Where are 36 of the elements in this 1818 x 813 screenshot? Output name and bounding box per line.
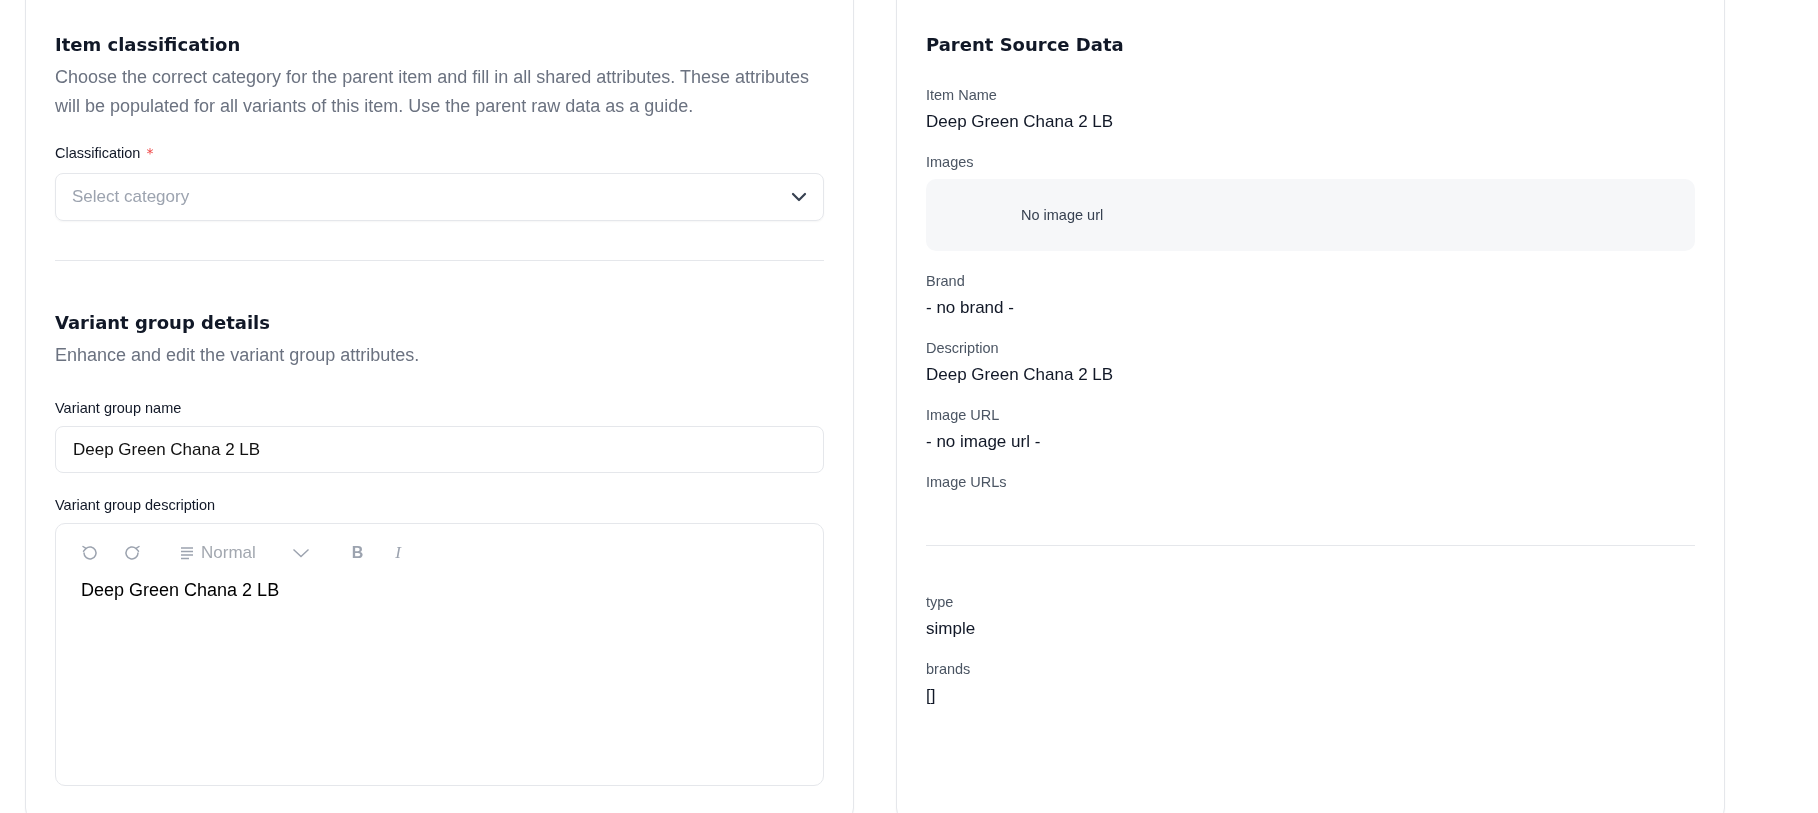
name-input[interactable]: Deep Green Chana 2 LB — [55, 426, 824, 473]
field-label: Images — [926, 154, 975, 170]
field-label: type — [926, 594, 955, 610]
field-label: Variant group name — [55, 400, 183, 416]
bold-button[interactable]: B — [351, 544, 364, 562]
category-select[interactable]: Select category — [55, 173, 824, 221]
field-label: brands — [926, 661, 972, 677]
chevron-down-icon — [291, 548, 310, 558]
field-label: Description — [926, 340, 1000, 356]
field-value: Deep Green Chana 2 LB — [926, 112, 1115, 132]
field-label: Brand — [926, 273, 966, 289]
field-label: Item Name — [926, 87, 998, 103]
field-value: - no image url - — [926, 432, 1042, 452]
required-mark: * — [146, 145, 154, 161]
empty-image-text: No image url — [1021, 207, 1104, 223]
block-style-dropdown[interactable]: Normal — [179, 543, 310, 563]
editor-text: Deep Green Chana 2 LB — [81, 580, 281, 601]
italic-button[interactable]: I — [395, 543, 402, 563]
field-value: - no brand - — [926, 298, 1015, 318]
undo-icon[interactable] — [81, 544, 99, 562]
section-title: Parent Source Data — [926, 33, 1125, 57]
field-label: Variant group description — [55, 497, 217, 513]
field-value: simple — [926, 619, 977, 639]
section-title: Item classification — [55, 33, 242, 57]
section-description: Enhance and edit the variant group attributes. — [55, 344, 421, 367]
section-title: Variant group details — [55, 311, 271, 335]
section-description: Choose the correct category for the parent item and fill in all shared attributes. These attributes will be populated for all variants of this item. Use the parent raw data as a guide. — [55, 66, 811, 118]
redo-icon[interactable] — [123, 544, 141, 562]
field-value: Deep Green Chana 2 LB — [926, 365, 1115, 385]
rich-text-editor[interactable]: Normal B I Deep Green Chana 2 LB — [55, 523, 824, 786]
field-label: Image URL — [926, 407, 1001, 423]
paragraph-icon — [179, 546, 195, 560]
field-label: Image URLs — [926, 474, 1008, 490]
field-label: Classification — [55, 145, 141, 161]
chevron-down-icon — [791, 192, 807, 202]
field-value: [] — [926, 686, 937, 706]
